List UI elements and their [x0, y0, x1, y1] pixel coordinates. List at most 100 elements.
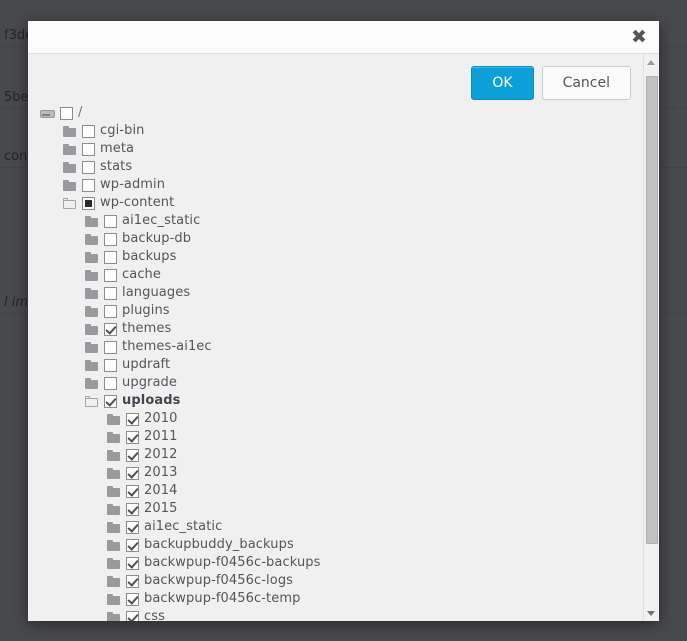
tree-node[interactable]: ai1ec_static [28, 212, 643, 230]
folder-checkbox[interactable] [82, 178, 95, 192]
tree-node-label: backwpup-f0456c-temp [144, 591, 301, 606]
folder-icon [106, 431, 122, 444]
folder-icon [84, 287, 100, 300]
tree-node-label: themes [122, 321, 172, 336]
folder-checkbox[interactable] [104, 340, 117, 354]
folder-icon [84, 269, 100, 282]
tree-node[interactable]: backwpup-f0456c-temp [28, 590, 643, 608]
tree-node[interactable]: plugins [28, 302, 643, 320]
tree-node[interactable]: backupbuddy_backups [28, 536, 643, 554]
folder-checkbox[interactable] [104, 394, 117, 408]
folder-icon [106, 467, 122, 480]
tree-node-label: 2013 [144, 465, 178, 480]
tree-node-label: themes-ai1ec [122, 339, 212, 354]
tree-node[interactable]: 2013 [28, 464, 643, 482]
folder-checkbox[interactable] [60, 106, 73, 120]
folder-checkbox[interactable] [104, 376, 117, 390]
folder-checkbox[interactable] [126, 592, 139, 606]
close-icon[interactable]: ✖ [627, 25, 651, 49]
folder-checkbox[interactable] [104, 358, 117, 372]
folder-checkbox[interactable] [104, 250, 117, 264]
folder-icon [106, 539, 122, 552]
tree-node[interactable]: css [28, 608, 643, 621]
tree-node[interactable]: backup-db [28, 230, 643, 248]
tree-node-label: cache [122, 267, 161, 282]
folder-checkbox[interactable] [82, 124, 95, 138]
folder-checkbox[interactable] [126, 466, 139, 480]
folder-checkbox[interactable] [104, 268, 117, 282]
tree-node[interactable]: backwpup-f0456c-logs [28, 572, 643, 590]
folder-icon [84, 341, 100, 354]
chevron-down-icon[interactable] [644, 605, 659, 621]
folder-open-icon [84, 395, 100, 408]
cancel-button[interactable]: Cancel [541, 66, 631, 100]
folder-icon [84, 215, 100, 228]
tree-node[interactable]: wp-content [28, 194, 643, 212]
folder-checkbox[interactable] [82, 196, 95, 210]
tree-node[interactable]: ai1ec_static [28, 518, 643, 536]
folder-checkbox[interactable] [126, 556, 139, 570]
folder-checkbox[interactable] [126, 538, 139, 552]
folder-icon [84, 305, 100, 318]
tree-node[interactable]: 2015 [28, 500, 643, 518]
folder-open-icon [62, 197, 78, 210]
tree-node[interactable]: meta [28, 140, 643, 158]
tree-node[interactable]: stats [28, 158, 643, 176]
tree-node[interactable]: 2011 [28, 428, 643, 446]
folder-icon [106, 575, 122, 588]
folder-checkbox[interactable] [126, 484, 139, 498]
folder-checkbox[interactable] [104, 286, 117, 300]
folder-checkbox[interactable] [126, 610, 139, 621]
tree-node-label: upgrade [122, 375, 178, 390]
tree-node-label: backwpup-f0456c-backups [144, 555, 321, 570]
tree-node[interactable]: uploads [28, 392, 643, 410]
tree-node-label: ai1ec_static [144, 519, 223, 534]
drive-icon [40, 107, 56, 120]
tree-node[interactable]: 2012 [28, 446, 643, 464]
tree-node[interactable]: cgi-bin [28, 122, 643, 140]
folder-checkbox[interactable] [126, 412, 139, 426]
tree-node-label: cgi-bin [100, 123, 145, 138]
folder-tree: / cgi-bin meta stats wp-admin wp-content ai1ec… [28, 104, 643, 621]
folder-icon [84, 251, 100, 264]
ok-button[interactable]: OK [471, 66, 534, 100]
folder-checkbox[interactable] [126, 574, 139, 588]
tree-node[interactable]: wp-admin [28, 176, 643, 194]
scrollbar-thumb[interactable] [646, 76, 658, 544]
tree-node-label: wp-content [100, 195, 175, 210]
tree-node[interactable]: 2010 [28, 410, 643, 428]
folder-checkbox[interactable] [104, 232, 117, 246]
tree-node[interactable]: cache [28, 266, 643, 284]
folder-checkbox[interactable] [82, 160, 95, 174]
tree-node[interactable]: backups [28, 248, 643, 266]
tree-node-label: 2010 [144, 411, 178, 426]
tree-node[interactable]: backwpup-f0456c-backups [28, 554, 643, 572]
tree-node-label: updraft [122, 357, 171, 372]
folder-icon [62, 143, 78, 156]
tree-node[interactable]: languages [28, 284, 643, 302]
folder-checkbox[interactable] [82, 142, 95, 156]
tree-scroll-region: / cgi-bin meta stats wp-admin wp-content ai1ec… [28, 54, 643, 621]
tree-node-label: backwpup-f0456c-logs [144, 573, 294, 588]
folder-checkbox[interactable] [104, 304, 117, 318]
tree-node-label: 2014 [144, 483, 178, 498]
tree-node[interactable]: 2014 [28, 482, 643, 500]
folder-checkbox[interactable] [126, 520, 139, 534]
folder-checkbox[interactable] [126, 502, 139, 516]
tree-node[interactable]: themes [28, 320, 643, 338]
tree-node[interactable]: themes-ai1ec [28, 338, 643, 356]
chevron-up-icon[interactable] [644, 54, 659, 70]
vertical-scrollbar[interactable] [643, 54, 659, 621]
tree-node[interactable]: upgrade [28, 374, 643, 392]
folder-checkbox[interactable] [126, 430, 139, 444]
folder-icon [62, 125, 78, 138]
dialog-actions: OK Cancel [471, 66, 631, 100]
folder-icon [62, 161, 78, 174]
folder-checkbox[interactable] [104, 322, 117, 336]
tree-node-label: meta [100, 141, 135, 156]
folder-icon [106, 485, 122, 498]
tree-node[interactable]: / [28, 104, 643, 122]
tree-node[interactable]: updraft [28, 356, 643, 374]
folder-checkbox[interactable] [126, 448, 139, 462]
folder-checkbox[interactable] [104, 214, 117, 228]
